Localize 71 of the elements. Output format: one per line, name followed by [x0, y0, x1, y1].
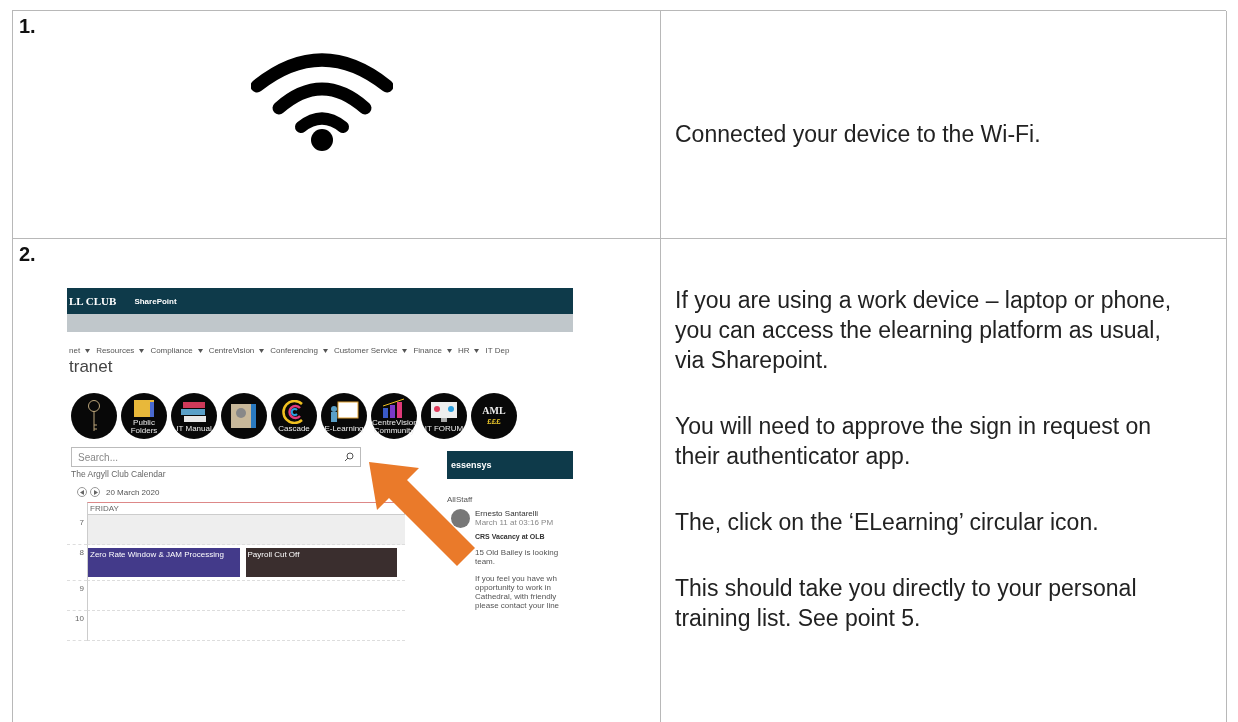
nav-item[interactable]: Conferencing [270, 346, 328, 355]
tile-label: Public Folders [129, 418, 159, 435]
instruction-text: Connected your device to the Wi-Fi. [675, 119, 1042, 149]
nav-item[interactable]: net [69, 346, 91, 355]
arrow-right-icon [92, 489, 98, 495]
app-tile[interactable] [221, 393, 267, 439]
tile-label: Cascade [278, 424, 310, 433]
app-tile[interactable]: E-Learning [321, 393, 367, 439]
author-name: Ernesto Santarelli [475, 509, 540, 518]
nav-item[interactable]: CentreVision [208, 346, 265, 355]
instruction-text: If you are using a work device – laptop or phone, you can access the elearning platform as usual, via Sharepoint. [675, 286, 1173, 375]
day-header: FRIDAY [87, 502, 405, 515]
post-text: If you feel you have wh [475, 574, 558, 583]
tile-label: E-Learning [324, 424, 364, 433]
nav-item[interactable]: HR [457, 346, 480, 355]
app-tile[interactable]: AML £££ [471, 393, 517, 439]
tile-label: IT Manual [176, 424, 212, 433]
avatar [451, 509, 470, 528]
post-text: opportunity to work in [475, 583, 553, 592]
app-tile[interactable]: Cascade [271, 393, 317, 439]
presenter-icon [328, 399, 360, 424]
monitor-icon [429, 399, 459, 424]
search-icon [344, 452, 354, 462]
caret-icon [259, 348, 265, 353]
calendar-date: 20 March 2020 [106, 487, 160, 497]
wifi-icon [251, 50, 393, 152]
contact-card-icon [229, 402, 259, 430]
arrow-left-icon [79, 489, 85, 495]
calendar-event[interactable]: Payroll Cut Off [245, 548, 397, 577]
brand-text: LL CLUB [69, 295, 117, 307]
tile-label: AML [482, 406, 506, 416]
calendar-title: The Argyll Club Calendar [70, 468, 167, 479]
caret-icon [446, 348, 452, 353]
feed-header: essensys [447, 451, 573, 479]
instruction-text: This should take you directly to your personal training list. See point 5. [675, 574, 1138, 633]
nav-item[interactable]: Finance [413, 346, 452, 355]
app-name: SharePoint [134, 296, 177, 306]
search-field[interactable]: Search... [71, 447, 361, 467]
tile-sublabel: £££ [487, 417, 501, 426]
caret-icon [402, 348, 408, 353]
post-text: team. [475, 557, 496, 566]
caret-icon [474, 348, 480, 353]
nav-item[interactable]: Compliance [150, 346, 203, 355]
app-tile[interactable]: Public Folders [121, 393, 167, 439]
app-tile[interactable] [71, 393, 117, 439]
books-icon [179, 399, 209, 424]
previous-button[interactable] [77, 487, 87, 497]
step-number: 2. [19, 243, 36, 266]
caret-icon [197, 348, 203, 353]
key-icon [87, 399, 101, 433]
post-text: please contact your line [475, 601, 560, 610]
nav-item[interactable]: IT Dep [485, 346, 510, 355]
caret-icon [139, 348, 145, 353]
step-number: 1. [19, 15, 36, 38]
calendar-event[interactable]: Zero Rate Window & JAM Processing [88, 548, 240, 577]
instruction-text: The, click on the ‘ELearning’ circular icon. [675, 508, 1100, 537]
instruction-text: You will need to approve the sign in request on their authenticator app. [675, 412, 1153, 471]
post-time: March 11 at 03:16 PM [475, 518, 555, 527]
app-tile[interactable]: IT FORUM [421, 393, 467, 439]
post-text: Cathedral, with friendly [475, 592, 558, 601]
group-name: AllStaff [447, 494, 474, 504]
post-text: 15 Old Bailey is looking [475, 548, 560, 557]
nav-item[interactable]: Customer Service [333, 346, 408, 355]
nav-item[interactable]: Resources [96, 346, 145, 355]
folder-icon [132, 397, 156, 418]
calendar-slot[interactable]: Zero Rate Window & JAM Processing Payroll Cut Off [87, 545, 405, 581]
caret-icon [322, 348, 328, 353]
app-tile[interactable]: IT Manual [171, 393, 217, 439]
tile-label: IT FORUM [424, 424, 464, 433]
page-title: tranet [68, 356, 114, 377]
caret-icon [85, 348, 91, 353]
